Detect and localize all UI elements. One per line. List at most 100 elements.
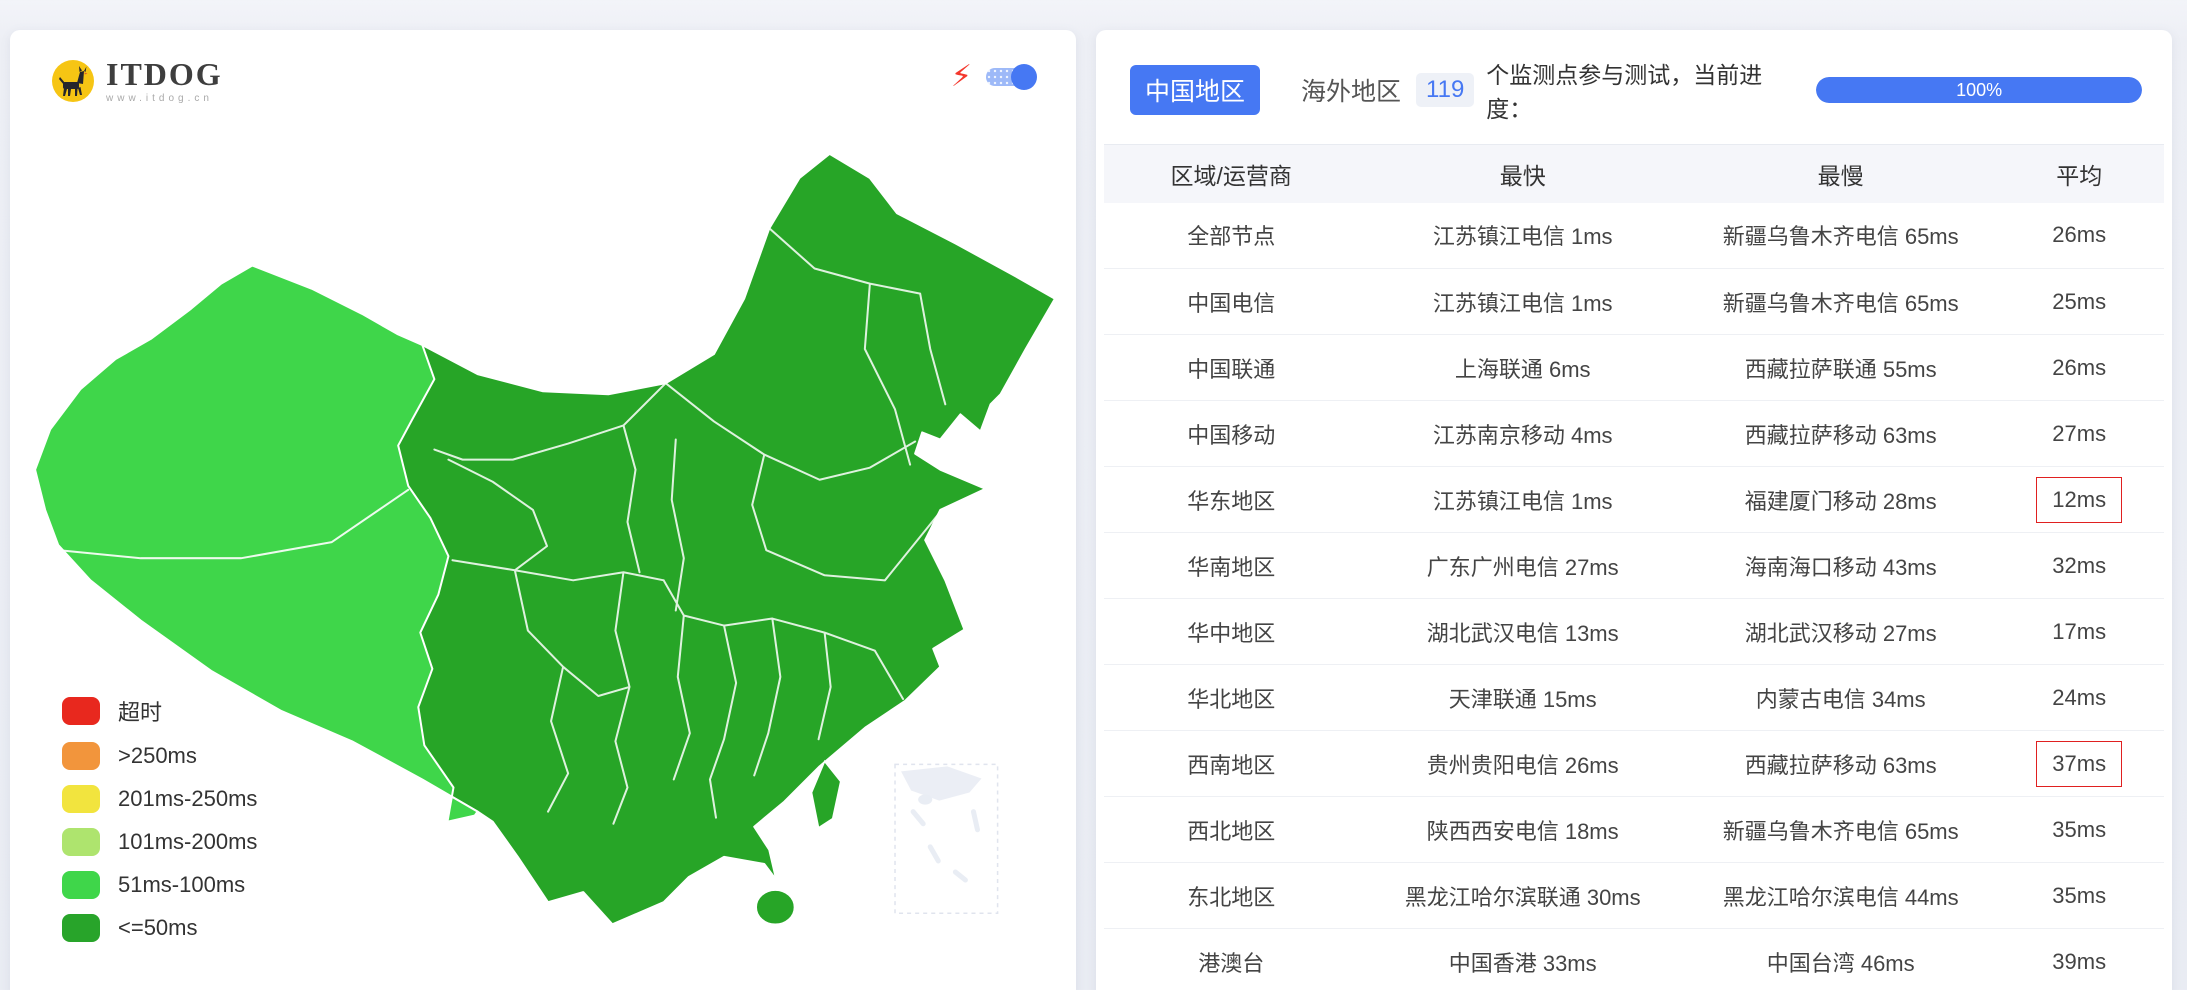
- slowest-cell: 福建厦门移动 28ms: [1687, 467, 1994, 533]
- region-cell: 西北地区: [1104, 797, 1358, 863]
- fastest-cell: 湖北武汉电信 13ms: [1358, 599, 1687, 665]
- table-header-row: 区域/运营商最快最慢平均: [1104, 145, 2164, 203]
- region-cell: 华中地区: [1104, 599, 1358, 665]
- legend-swatch: [62, 828, 100, 856]
- avg-cell: 25ms: [1994, 269, 2164, 335]
- tab-中国地区[interactable]: 中国地区: [1130, 65, 1260, 115]
- avg-highlight-box: 12ms: [2036, 477, 2122, 523]
- table-row: 华北地区天津联通 15ms内蒙古电信 34ms24ms: [1104, 665, 2164, 731]
- avg-cell: 37ms: [1994, 731, 2164, 797]
- region-cell: 中国电信: [1104, 269, 1358, 335]
- results-table: 区域/运营商最快最慢平均 全部节点江苏镇江电信 1ms新疆乌鲁木齐电信 65ms…: [1104, 144, 2164, 990]
- tab-海外地区[interactable]: 海外地区: [1286, 65, 1416, 115]
- legend-swatch: [62, 697, 100, 725]
- table-row: 中国电信江苏镇江电信 1ms新疆乌鲁木齐电信 65ms25ms: [1104, 269, 2164, 335]
- column-header: 最快: [1358, 145, 1687, 203]
- legend-label: <=50ms: [118, 915, 198, 941]
- fastest-cell: 广东广州电信 27ms: [1358, 533, 1687, 599]
- fastest-cell: 上海联通 6ms: [1358, 335, 1687, 401]
- lightning-icon: ⚡: [951, 62, 972, 92]
- avg-cell: 26ms: [1994, 335, 2164, 401]
- slowest-cell: 西藏拉萨联通 55ms: [1687, 335, 1994, 401]
- page: { "app": { "logo_title": "ITDOG", "logo_…: [0, 0, 2187, 990]
- south-china-sea-inset: [895, 764, 998, 913]
- table-row: 全部节点江苏镇江电信 1ms新疆乌鲁木齐电信 65ms26ms: [1104, 203, 2164, 269]
- legend-label: 超时: [118, 695, 162, 727]
- fastest-cell: 江苏镇江电信 1ms: [1358, 269, 1687, 335]
- progress-group: 119 个监测点参与测试，当前进度： 100%: [1416, 56, 2142, 124]
- monitor-count-badge: 119: [1416, 73, 1474, 107]
- fastest-cell: 陕西西安电信 18ms: [1358, 797, 1687, 863]
- avg-cell: 24ms: [1994, 665, 2164, 731]
- region-cell: 全部节点: [1104, 203, 1358, 269]
- slowest-cell: 新疆乌鲁木齐电信 65ms: [1687, 203, 1994, 269]
- legend-swatch: [62, 785, 100, 813]
- table-row: 华中地区湖北武汉电信 13ms湖北武汉移动 27ms17ms: [1104, 599, 2164, 665]
- itdog-logo-icon: [50, 58, 96, 104]
- table-row: 华东地区江苏镇江电信 1ms福建厦门移动 28ms 12ms: [1104, 467, 2164, 533]
- legend-item: 201ms-250ms: [62, 785, 257, 813]
- region-tabs: 中国地区海外地区: [1130, 65, 1416, 115]
- slowest-cell: 中国台湾 46ms: [1687, 929, 1994, 990]
- region-cell: 中国移动: [1104, 401, 1358, 467]
- fastest-cell: 天津联通 15ms: [1358, 665, 1687, 731]
- avg-cell: 35ms: [1994, 863, 2164, 929]
- table-row: 西北地区陕西西安电信 18ms新疆乌鲁木齐电信 65ms35ms: [1104, 797, 2164, 863]
- column-header: 区域/运营商: [1104, 145, 1358, 203]
- legend-item: 超时: [62, 695, 257, 727]
- legend-item: 51ms-100ms: [62, 871, 257, 899]
- legend-label: 51ms-100ms: [118, 872, 245, 898]
- toggle-knob: [1011, 64, 1037, 90]
- slowest-cell: 西藏拉萨移动 63ms: [1687, 731, 1994, 797]
- legend-label: 101ms-200ms: [118, 829, 257, 855]
- avg-cell: 17ms: [1994, 599, 2164, 665]
- fastest-cell: 中国香港 33ms: [1358, 929, 1687, 990]
- avg-cell: 12ms: [1994, 467, 2164, 533]
- results-card: 中国地区海外地区 119 个监测点参与测试，当前进度： 100% 区域/运营商最…: [1096, 30, 2172, 990]
- results-header: 中国地区海外地区 119 个监测点参与测试，当前进度： 100%: [1096, 30, 2172, 144]
- legend-item: 101ms-200ms: [62, 828, 257, 856]
- slowest-cell: 西藏拉萨移动 63ms: [1687, 401, 1994, 467]
- fastest-cell: 江苏镇江电信 1ms: [1358, 467, 1687, 533]
- map-legend: 超时 >250ms 201ms-250ms 101ms-200ms 51ms-100ms…: [62, 695, 257, 942]
- avg-highlight-box: 37ms: [2036, 741, 2122, 787]
- slowest-cell: 新疆乌鲁木齐电信 65ms: [1687, 797, 1994, 863]
- map-controls: ⚡: [951, 62, 1034, 92]
- slowest-cell: 湖北武汉移动 27ms: [1687, 599, 1994, 665]
- legend-item: >250ms: [62, 742, 257, 770]
- table-row: 西南地区贵州贵阳电信 26ms西藏拉萨移动 63ms37ms: [1104, 731, 2164, 797]
- logo: ITDOG www.itdog.cn: [50, 58, 223, 104]
- table-row: 中国移动江苏南京移动 4ms西藏拉萨移动 63ms27ms: [1104, 401, 2164, 467]
- speed-toggle[interactable]: [986, 68, 1034, 86]
- region-cell: 东北地区: [1104, 863, 1358, 929]
- region-cell: 华东地区: [1104, 467, 1358, 533]
- avg-cell: 32ms: [1994, 533, 2164, 599]
- slowest-cell: 新疆乌鲁木齐电信 65ms: [1687, 269, 1994, 335]
- legend-swatch: [62, 914, 100, 942]
- region-cell: 中国联通: [1104, 335, 1358, 401]
- region-cell: 华南地区: [1104, 533, 1358, 599]
- fastest-cell: 江苏南京移动 4ms: [1358, 401, 1687, 467]
- region-cell: 港澳台: [1104, 929, 1358, 990]
- table-row: 东北地区黑龙江哈尔滨联通 30ms黑龙江哈尔滨电信 44ms35ms: [1104, 863, 2164, 929]
- fastest-cell: 黑龙江哈尔滨联通 30ms: [1358, 863, 1687, 929]
- region-cell: 华北地区: [1104, 665, 1358, 731]
- legend-swatch: [62, 871, 100, 899]
- slowest-cell: 内蒙古电信 34ms: [1687, 665, 1994, 731]
- fastest-cell: 江苏镇江电信 1ms: [1358, 203, 1687, 269]
- slowest-cell: 海南海口移动 43ms: [1687, 533, 1994, 599]
- logo-subtitle: www.itdog.cn: [106, 94, 223, 104]
- monitor-label: 个监测点参与测试，当前进度：: [1486, 56, 1804, 124]
- column-header: 最慢: [1687, 145, 1994, 203]
- progress-fill: 100%: [1816, 77, 2142, 103]
- avg-cell: 26ms: [1994, 203, 2164, 269]
- region-cell: 西南地区: [1104, 731, 1358, 797]
- avg-cell: 27ms: [1994, 401, 2164, 467]
- legend-item: <=50ms: [62, 914, 257, 942]
- avg-cell: 39ms: [1994, 929, 2164, 990]
- map-card: ITDOG www.itdog.cn ⚡ 超时>250ms2: [10, 30, 1076, 990]
- legend-label: 201ms-250ms: [118, 786, 257, 812]
- progress-bar: 100%: [1816, 77, 2142, 103]
- avg-cell: 35ms: [1994, 797, 2164, 863]
- table-row: 华南地区广东广州电信 27ms海南海口移动 43ms32ms: [1104, 533, 2164, 599]
